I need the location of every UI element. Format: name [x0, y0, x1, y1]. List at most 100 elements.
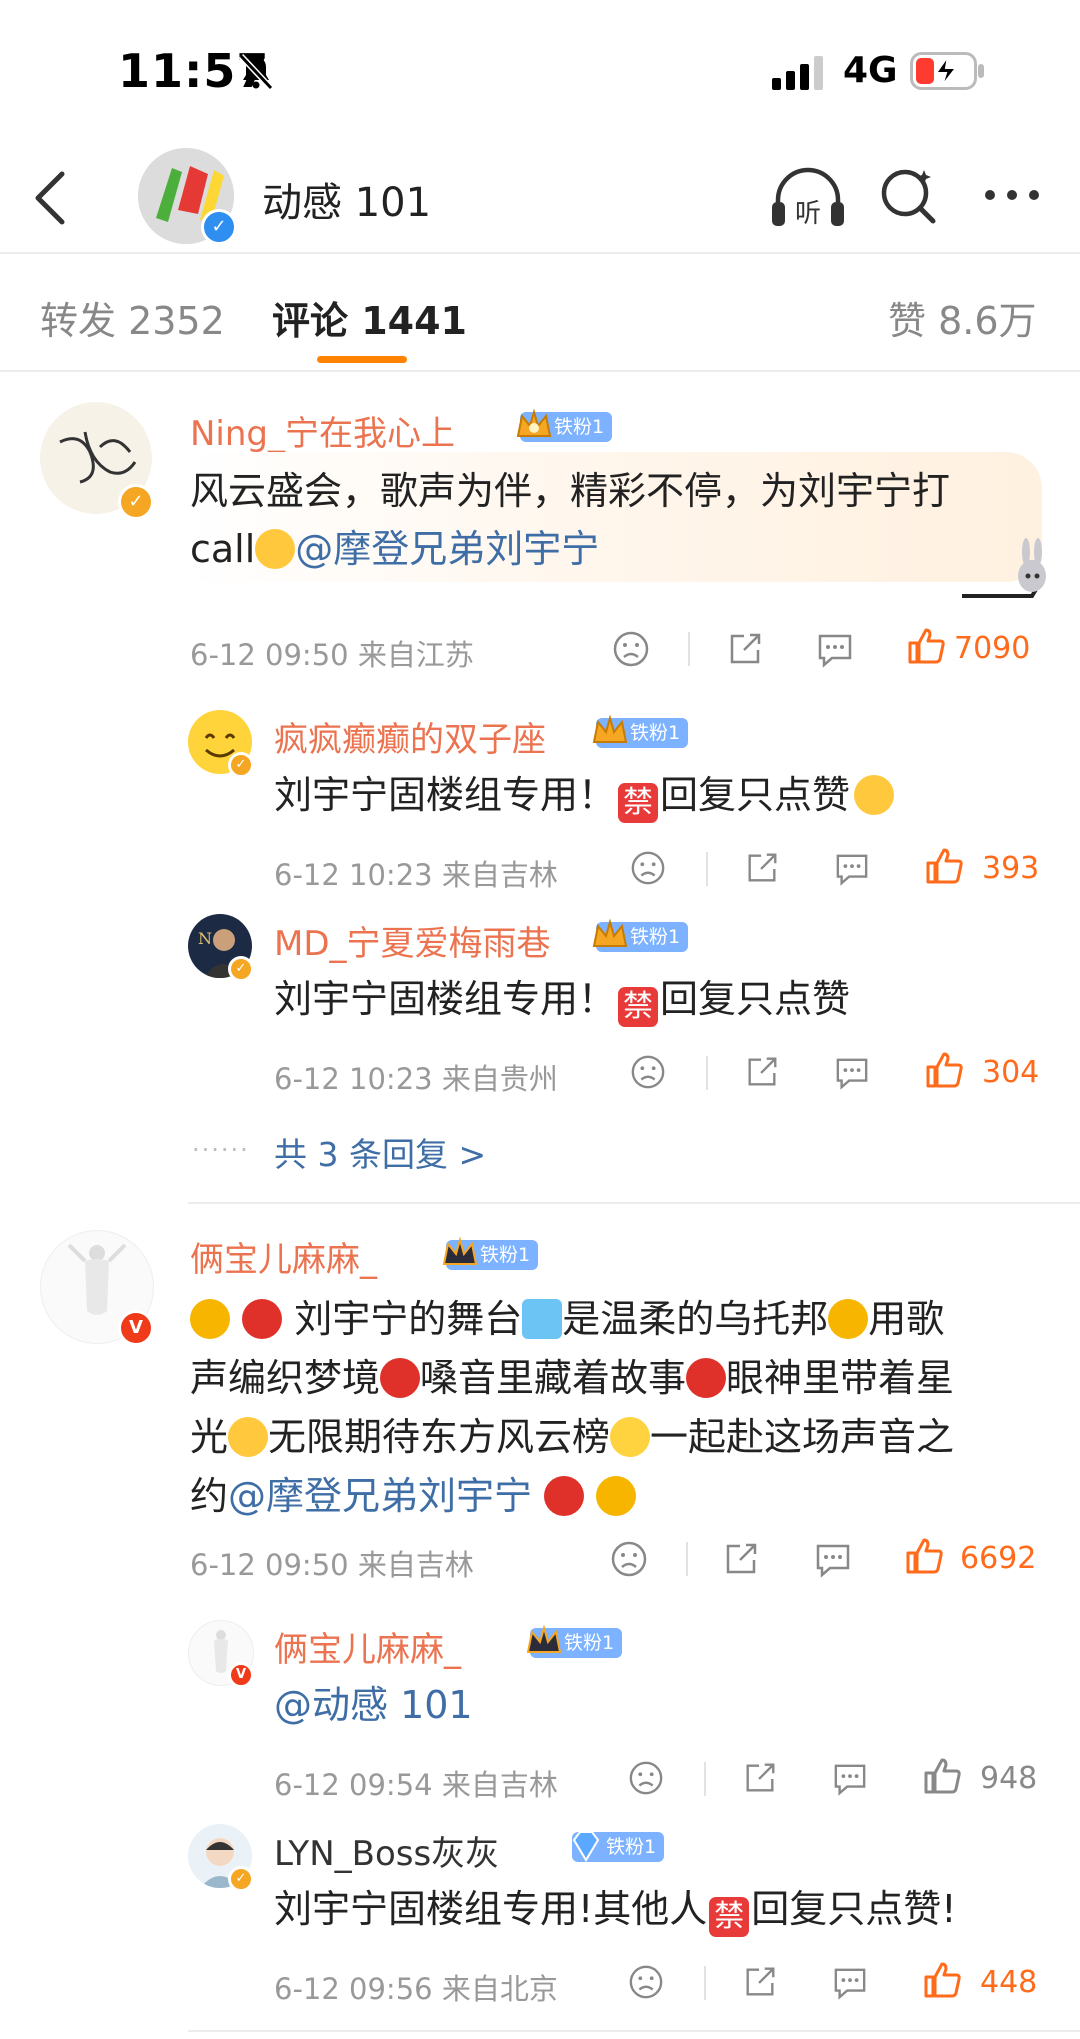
reply-username[interactable]: LYN_Boss灰灰 — [274, 1826, 499, 1875]
share-icon[interactable] — [722, 1540, 760, 1578]
share-icon[interactable] — [742, 1760, 778, 1796]
tabs-divider — [0, 370, 1080, 372]
reply-username[interactable]: MD_宁夏爱梅雨巷 — [274, 916, 551, 965]
comment-text-part: 无限期待东方风云榜 — [268, 1415, 611, 1459]
like-count: 7090 — [954, 631, 1031, 666]
comment-icon[interactable] — [834, 1056, 870, 1090]
comment-icon[interactable] — [834, 852, 870, 886]
svg-text:N: N — [198, 929, 212, 948]
reply-text-part: 刘宇宁固楼组专用！ — [274, 977, 617, 1021]
back-icon[interactable] — [30, 168, 70, 228]
status-bar: 11:57 4G — [0, 0, 1080, 140]
listen-icon[interactable]: 听 — [770, 164, 846, 230]
fan-badge: 铁粉1 — [526, 1624, 623, 1658]
comment-divider — [188, 2030, 1080, 2032]
fan-badge-label: 铁粉1 — [606, 1836, 657, 1858]
like-icon[interactable] — [906, 626, 946, 666]
mention-link[interactable]: @摩登兄弟刘宇宁 — [295, 527, 599, 571]
reply-username[interactable]: 疯疯癫癫的双子座 — [274, 712, 546, 761]
tab-comments[interactable]: 评论 1441 — [272, 290, 467, 345]
comment-text-line: 风云盛会，歌声为伴，精彩不停，为刘宇宁打 — [190, 469, 951, 513]
header-divider — [0, 252, 1080, 254]
fan-badge-label: 铁粉1 — [564, 1632, 615, 1654]
strawberry-emoji-icon — [242, 1299, 283, 1339]
reply-meta: 6-12 10:23 来自贵州 — [274, 1062, 558, 1096]
comment-icon[interactable] — [816, 632, 854, 668]
search-icon[interactable] — [878, 164, 940, 226]
comment-username[interactable]: Ning_宁在我心上 — [190, 406, 455, 455]
comment-text-part: 用歌 — [868, 1297, 945, 1341]
action-separator — [688, 632, 690, 666]
like-count: 393 — [982, 851, 1040, 886]
dislike-icon[interactable] — [630, 1054, 666, 1090]
mention-link[interactable]: @摩登兄弟刘宇宁 — [228, 1474, 532, 1518]
action-separator — [704, 1966, 706, 2000]
dislike-icon[interactable] — [628, 1760, 664, 1796]
comment-text-part: 一起赴这场声音之 — [650, 1415, 955, 1459]
like-icon[interactable] — [922, 1960, 962, 2000]
strawberry-emoji-icon — [380, 1358, 421, 1398]
flower-face-emoji-icon — [228, 1417, 269, 1457]
verified-badge-icon: ✓ — [228, 1866, 254, 1892]
comment-text: 刘宇宁的舞台 是温柔的乌托邦 用歌 声编织梦境 嗓音里藏着故事 眼神里带着星 光无限期待… — [190, 1290, 1040, 1526]
comment-icon[interactable] — [832, 1762, 868, 1796]
like-count: 304 — [982, 1055, 1040, 1090]
verified-badge-icon: ✓ — [201, 209, 237, 245]
fan-badge: 铁粉1 — [442, 1236, 539, 1270]
reply-text-part: 刘宇宁固楼组专用!其他人 — [274, 1887, 708, 1931]
laugh-cry-emoji-icon — [255, 529, 296, 569]
verified-badge-icon: V — [118, 1310, 154, 1346]
like-icon[interactable] — [924, 1050, 964, 1090]
blush-emoji-icon — [854, 775, 895, 815]
share-icon[interactable] — [742, 1964, 778, 2000]
comment-username[interactable]: 俩宝儿麻麻_ — [190, 1232, 377, 1281]
view-more-replies-link[interactable]: 共 3 条回复 > — [274, 1128, 486, 1176]
fan-badge-label: 铁粉1 — [480, 1244, 531, 1266]
reply-text: 刘宇宁固楼组专用！禁回复只点赞 — [274, 766, 1034, 824]
tab-active-indicator — [317, 356, 407, 363]
sunflower-emoji-icon — [190, 1299, 230, 1339]
reply-text: @动感 101 — [274, 1676, 1034, 1734]
reply-username[interactable]: 俩宝儿麻麻_ — [274, 1622, 461, 1671]
more-icon[interactable] — [982, 182, 1042, 208]
fan-badge-label: 铁粉1 — [630, 722, 681, 744]
comment-text: 风云盛会，歌声为伴，精彩不停，为刘宇宁打 call @摩登兄弟刘宇宁 — [190, 462, 1010, 578]
share-icon[interactable] — [744, 850, 780, 886]
like-icon[interactable] — [904, 1536, 944, 1576]
fan-badge-label: 铁粉1 — [554, 416, 605, 438]
tab-reposts[interactable]: 转发 2352 — [40, 290, 225, 345]
dislike-icon[interactable] — [612, 630, 650, 668]
like-count: 448 — [980, 1965, 1038, 2000]
fan-badge-label: 铁粉1 — [630, 926, 681, 948]
crown-dark-icon — [526, 1624, 562, 1653]
share-icon[interactable] — [726, 630, 764, 668]
reply-meta: 6-12 09:54 来自吉林 — [274, 1768, 558, 1802]
like-icon[interactable] — [924, 846, 964, 886]
verified-badge-icon: ✓ — [118, 484, 154, 520]
tab-likes[interactable]: 赞 8.6万 — [888, 290, 1037, 345]
comment-icon[interactable] — [814, 1542, 852, 1578]
share-icon[interactable] — [744, 1054, 780, 1090]
comment-divider — [188, 1202, 1080, 1204]
comment-icon[interactable] — [832, 1966, 868, 2000]
verified-badge-icon: ✓ — [228, 752, 254, 778]
diamond-emoji-icon — [522, 1299, 563, 1339]
mention-link[interactable]: @动感 101 — [274, 1683, 473, 1727]
strawberry-emoji-icon — [544, 1476, 585, 1516]
sunflower-emoji-icon — [828, 1299, 869, 1339]
fan-badge: 铁粉1 — [516, 408, 613, 442]
reply-text-part: 回复只点赞 — [660, 977, 851, 1021]
reply-text: 刘宇宁固楼组专用！禁回复只点赞 — [274, 970, 1034, 1028]
dislike-icon[interactable] — [628, 1964, 664, 2000]
diamond-icon — [572, 1831, 600, 1862]
action-separator — [686, 1542, 688, 1576]
comment-meta: 6-12 09:50 来自吉林 — [190, 1548, 474, 1582]
reply-text: 刘宇宁固楼组专用!其他人禁回复只点赞! — [274, 1880, 1054, 1938]
comment-text-part: 约 — [190, 1474, 229, 1518]
like-count: 6692 — [960, 1541, 1037, 1576]
like-icon[interactable] — [922, 1756, 962, 1796]
comment-text-part: 刘宇宁的舞台 — [294, 1297, 523, 1341]
dislike-icon[interactable] — [630, 850, 666, 886]
ban-sign: 禁 — [618, 783, 659, 823]
dislike-icon[interactable] — [610, 1540, 648, 1578]
